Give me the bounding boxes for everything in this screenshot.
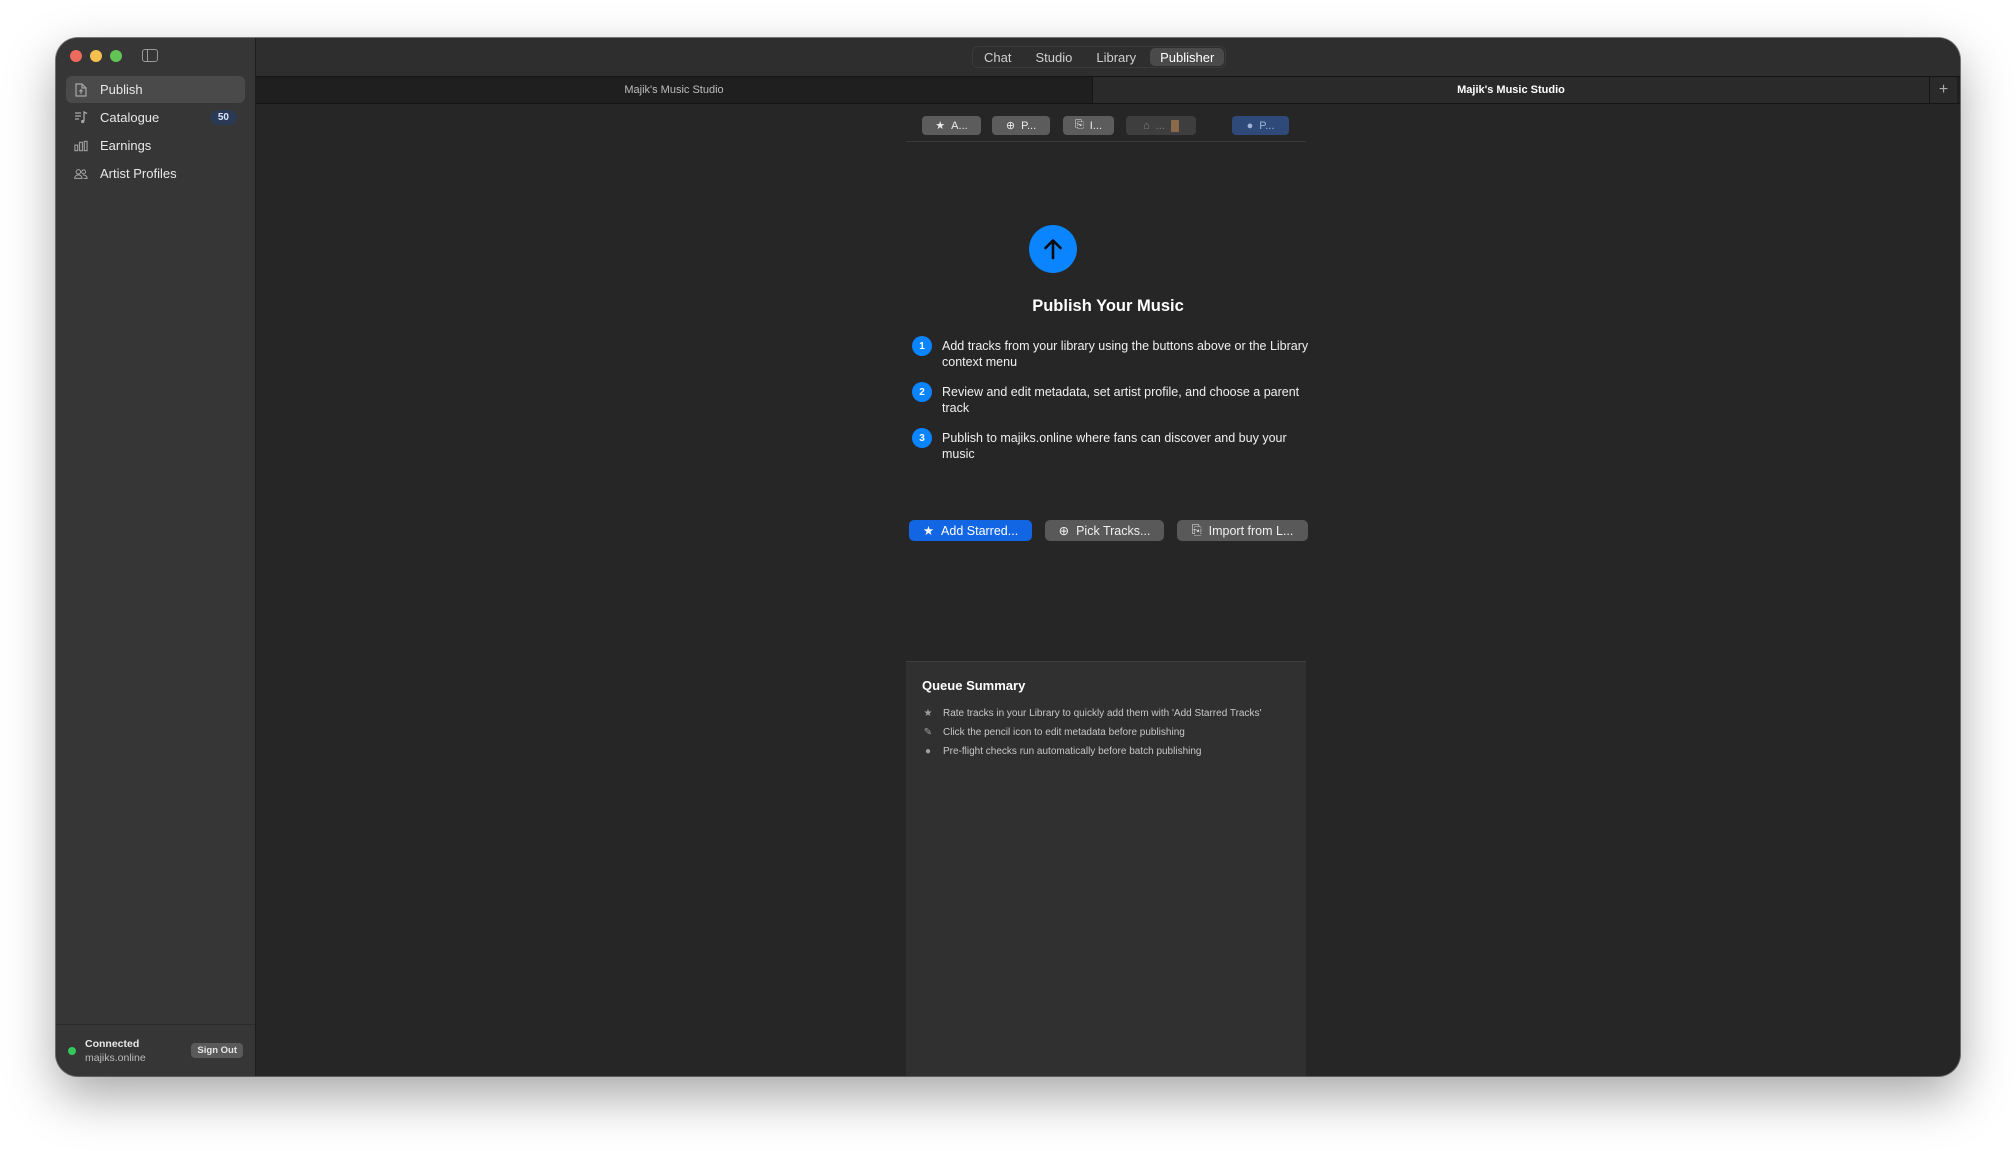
pencil-icon: ✎ <box>923 727 933 738</box>
import-icon: ⎘ <box>1074 119 1084 131</box>
import-toolbar-button[interactable]: ⎘ I... <box>1063 116 1114 135</box>
document-icon <box>74 82 88 97</box>
sign-out-button[interactable]: Sign Out <box>191 1043 243 1058</box>
connection-status: Connected majiks.online Sign Out <box>56 1024 255 1076</box>
star-icon: ★ <box>935 120 946 132</box>
add-starred-toolbar-button[interactable]: ★ A... <box>922 116 981 135</box>
sidebar: Publish Catalogue 50 Earnings Artist Pro… <box>56 38 256 1076</box>
connection-host: majiks.online <box>85 1051 146 1064</box>
connection-status-label: Connected <box>85 1037 140 1050</box>
queue-summary-panel: Queue Summary ★ Rate tracks in your Libr… <box>906 661 1306 1076</box>
sidebar-item-label: Catalogue <box>100 110 160 125</box>
star-icon: ★ <box>923 708 933 719</box>
titlebar: Chat Studio Library Publisher <box>256 38 1960 76</box>
star-icon: ★ <box>922 524 935 538</box>
list-item: ✎ Click the pencil icon to edit metadata… <box>923 727 1185 738</box>
step-number: 3 <box>912 428 932 448</box>
list-item: 2 Review and edit metadata, set artist p… <box>912 382 1312 416</box>
step-text: Review and edit metadata, set artist pro… <box>942 385 1300 415</box>
pick-tracks-button[interactable]: ⊕ Pick Tracks... <box>1045 520 1164 541</box>
publish-circle-icon: ● <box>1246 119 1254 132</box>
zoom-window-button[interactable] <box>110 50 122 62</box>
bar-chart-icon <box>74 139 88 153</box>
page-title: Publish Your Music <box>1032 297 1184 315</box>
window-controls <box>70 50 122 62</box>
tab-library[interactable]: Library <box>1086 48 1146 66</box>
people-icon <box>74 167 88 181</box>
list-item: ● Pre-flight checks run automatically be… <box>922 742 1290 761</box>
tab-studio[interactable]: Studio <box>1025 48 1082 66</box>
upload-arrow-icon <box>1029 225 1077 273</box>
import-from-library-button[interactable]: ⎘ Import from L... <box>1177 520 1308 541</box>
close-window-button[interactable] <box>70 50 82 62</box>
minimize-window-button[interactable] <box>90 50 102 62</box>
disabled-toolbar-button[interactable]: ⌂... <box>1126 116 1196 135</box>
plus-circle-icon: ⊕ <box>1058 524 1070 538</box>
new-tab-plus-icon[interactable]: + <box>1930 77 1957 103</box>
tab-publisher[interactable]: Publisher <box>1150 48 1225 66</box>
document-tab-active[interactable]: Majik's Music Studio <box>1093 77 1930 103</box>
steps-list: 1 Add tracks from your library using the… <box>912 336 1312 476</box>
app-window: Publish Catalogue 50 Earnings Artist Pro… <box>56 38 1960 1076</box>
music-list-icon <box>74 111 88 125</box>
queue-summary-title: Queue Summary <box>922 678 1026 693</box>
connected-status-dot <box>68 1046 76 1055</box>
sidebar-item-earnings[interactable]: Earnings <box>66 132 245 159</box>
catalogue-count-badge: 50 <box>209 110 237 125</box>
step-number: 2 <box>912 382 932 402</box>
sidebar-item-label: Publish <box>100 82 143 97</box>
step-text: Publish to majiks.online where fans can … <box>942 431 1287 461</box>
add-starred-button[interactable]: ★ Add Starred... <box>909 520 1032 541</box>
sidebar-toggle-icon[interactable] <box>142 49 158 62</box>
document-tab-bar: Majik's Music Studio Majik's Music Studi… <box>256 76 1960 104</box>
step-text: Add tracks from your library using the b… <box>942 339 1309 369</box>
sidebar-item-catalogue[interactable]: Catalogue 50 <box>66 104 245 131</box>
list-item: 1 Add tracks from your library using the… <box>912 336 1312 370</box>
home-icon: ⌂ <box>1143 119 1150 132</box>
plus-circle-icon: ⊕ <box>1005 120 1016 132</box>
sidebar-item-publish[interactable]: Publish <box>66 76 245 103</box>
primary-actions: ★ Add Starred... ⊕ Pick Tracks... ⎘ Import … <box>56 520 1960 542</box>
import-icon: ⎘ <box>1191 523 1202 537</box>
publish-toolbar-button[interactable]: ● P... <box>1232 116 1289 135</box>
sidebar-nav: Publish Catalogue 50 Earnings Artist Pro… <box>66 76 245 188</box>
list-item: ★ Rate tracks in your Library to quickly… <box>923 708 1262 719</box>
sidebar-item-artist-profiles[interactable]: Artist Profiles <box>66 160 245 187</box>
publish-toolbar: ★ A... ⊕ P... ⎘ I... ⌂... ● P... <box>906 112 1306 142</box>
mode-switcher: Chat Studio Library Publisher <box>972 46 1227 68</box>
sidebar-item-label: Earnings <box>100 138 152 153</box>
pick-tracks-toolbar-button[interactable]: ⊕ P... <box>992 116 1050 135</box>
step-number: 1 <box>912 336 932 356</box>
list-item: 3 Publish to majiks.online where fans ca… <box>912 428 1312 462</box>
tab-chat[interactable]: Chat <box>974 48 1021 66</box>
sidebar-item-label: Artist Profiles <box>100 166 177 181</box>
document-tab[interactable]: Majik's Music Studio <box>256 77 1093 103</box>
info-icon: ● <box>924 746 932 757</box>
